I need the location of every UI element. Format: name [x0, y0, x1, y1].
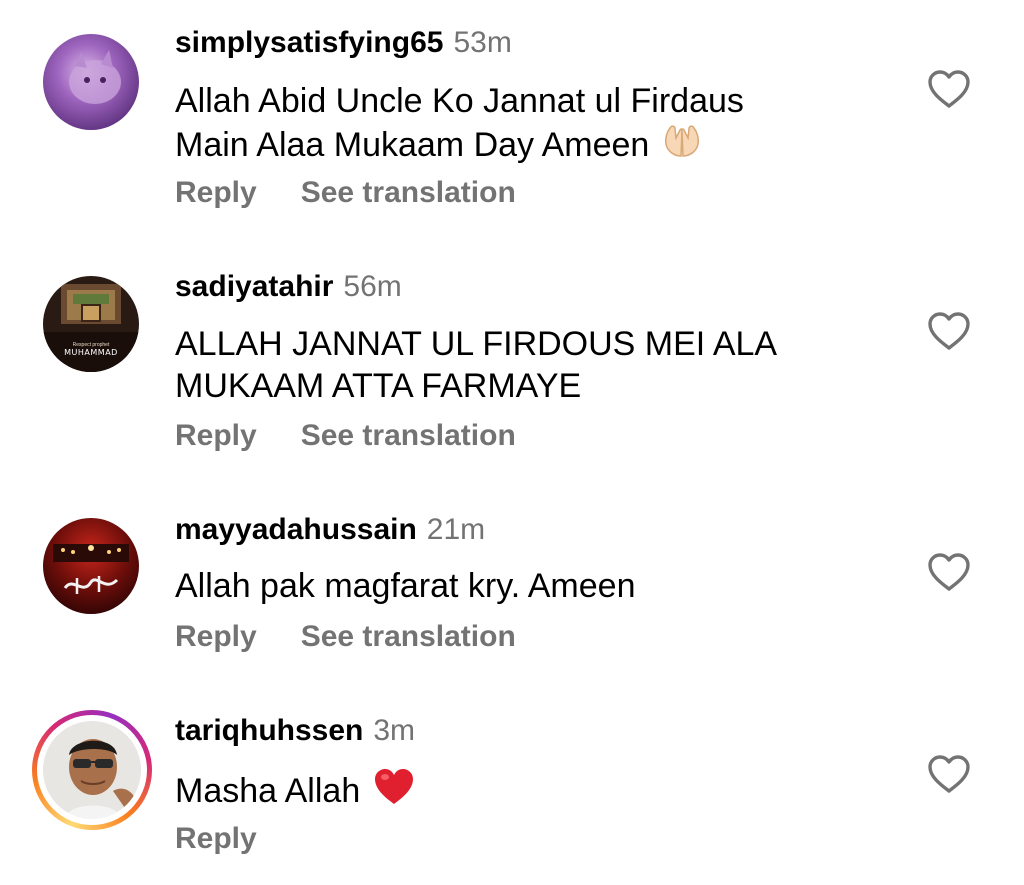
reply-button[interactable]: Reply: [175, 176, 257, 210]
comment-actions: Reply See translation: [175, 176, 516, 210]
reply-button[interactable]: Reply: [175, 620, 257, 654]
heart-outline-icon[interactable]: [926, 551, 972, 593]
username[interactable]: tariqhuhssen: [175, 714, 363, 748]
comment-text-line: Masha Allah: [175, 766, 416, 816]
comment-text-line: Allah pak magfarat kry. Ameen: [175, 567, 636, 605]
comment-text-line-2: MUKAAM ATTA FARMAYE: [175, 367, 582, 405]
avatar: [43, 721, 141, 819]
see-translation-button[interactable]: See translation: [301, 176, 516, 210]
comment-text: Allah Abid Uncle Ko Jannat ul Firdaus Ma…: [175, 80, 744, 168]
comment-text-line-2: Main Alaa Mukaam Day Ameen: [175, 122, 744, 168]
heart-outline-icon[interactable]: [926, 68, 972, 110]
story-ring[interactable]: [32, 710, 152, 830]
reply-button[interactable]: Reply: [175, 419, 257, 453]
timestamp: 21m: [426, 513, 486, 546]
avatar-caption: MUHAMMAD: [64, 348, 118, 357]
username[interactable]: sadiyatahir: [175, 270, 333, 304]
timestamp: 56m: [343, 270, 402, 303]
comment-header: simplysatisfying65 53m: [175, 26, 512, 62]
username[interactable]: simplysatisfying65: [175, 26, 443, 60]
comment-header: mayyadahussain 21m: [175, 513, 485, 549]
comment-header: sadiyatahir 56m: [175, 270, 402, 306]
red-heart-icon: [372, 766, 416, 816]
avatar[interactable]: Respect prophet MUHAMMAD: [43, 276, 139, 372]
timestamp: 53m: [453, 26, 512, 59]
comment-text: ALLAH JANNAT UL FIRDOUS MEI ALA MUKAAM A…: [175, 323, 777, 407]
comment-header: tariqhuhssen 3m: [175, 714, 415, 750]
comment-text-line-2-text: Main Alaa Mukaam Day Ameen: [175, 126, 650, 164]
reply-button[interactable]: Reply: [175, 822, 257, 856]
see-translation-button[interactable]: See translation: [301, 620, 516, 654]
heart-outline-icon[interactable]: [926, 310, 972, 352]
comment-text-line-text: Masha Allah: [175, 772, 361, 810]
comment-text: Allah pak magfarat kry. Ameen: [175, 565, 635, 607]
see-translation-button[interactable]: See translation: [301, 419, 516, 453]
comment-text-line: Allah Abid Uncle Ko Jannat ul Firdaus: [175, 82, 744, 120]
comment-actions: Reply See translation: [175, 620, 516, 654]
comment-text: Masha Allah: [175, 766, 416, 816]
comment-actions: Reply See translation: [175, 419, 516, 453]
praying-hands-icon: [661, 122, 703, 168]
avatar[interactable]: [43, 34, 139, 130]
comment-text-line: ALLAH JANNAT UL FIRDOUS MEI ALA: [175, 325, 778, 363]
comment-actions: Reply: [175, 822, 257, 856]
timestamp: 3m: [373, 714, 416, 747]
avatar[interactable]: [43, 518, 139, 614]
username[interactable]: mayyadahussain: [175, 513, 417, 547]
heart-outline-icon[interactable]: [926, 753, 972, 795]
